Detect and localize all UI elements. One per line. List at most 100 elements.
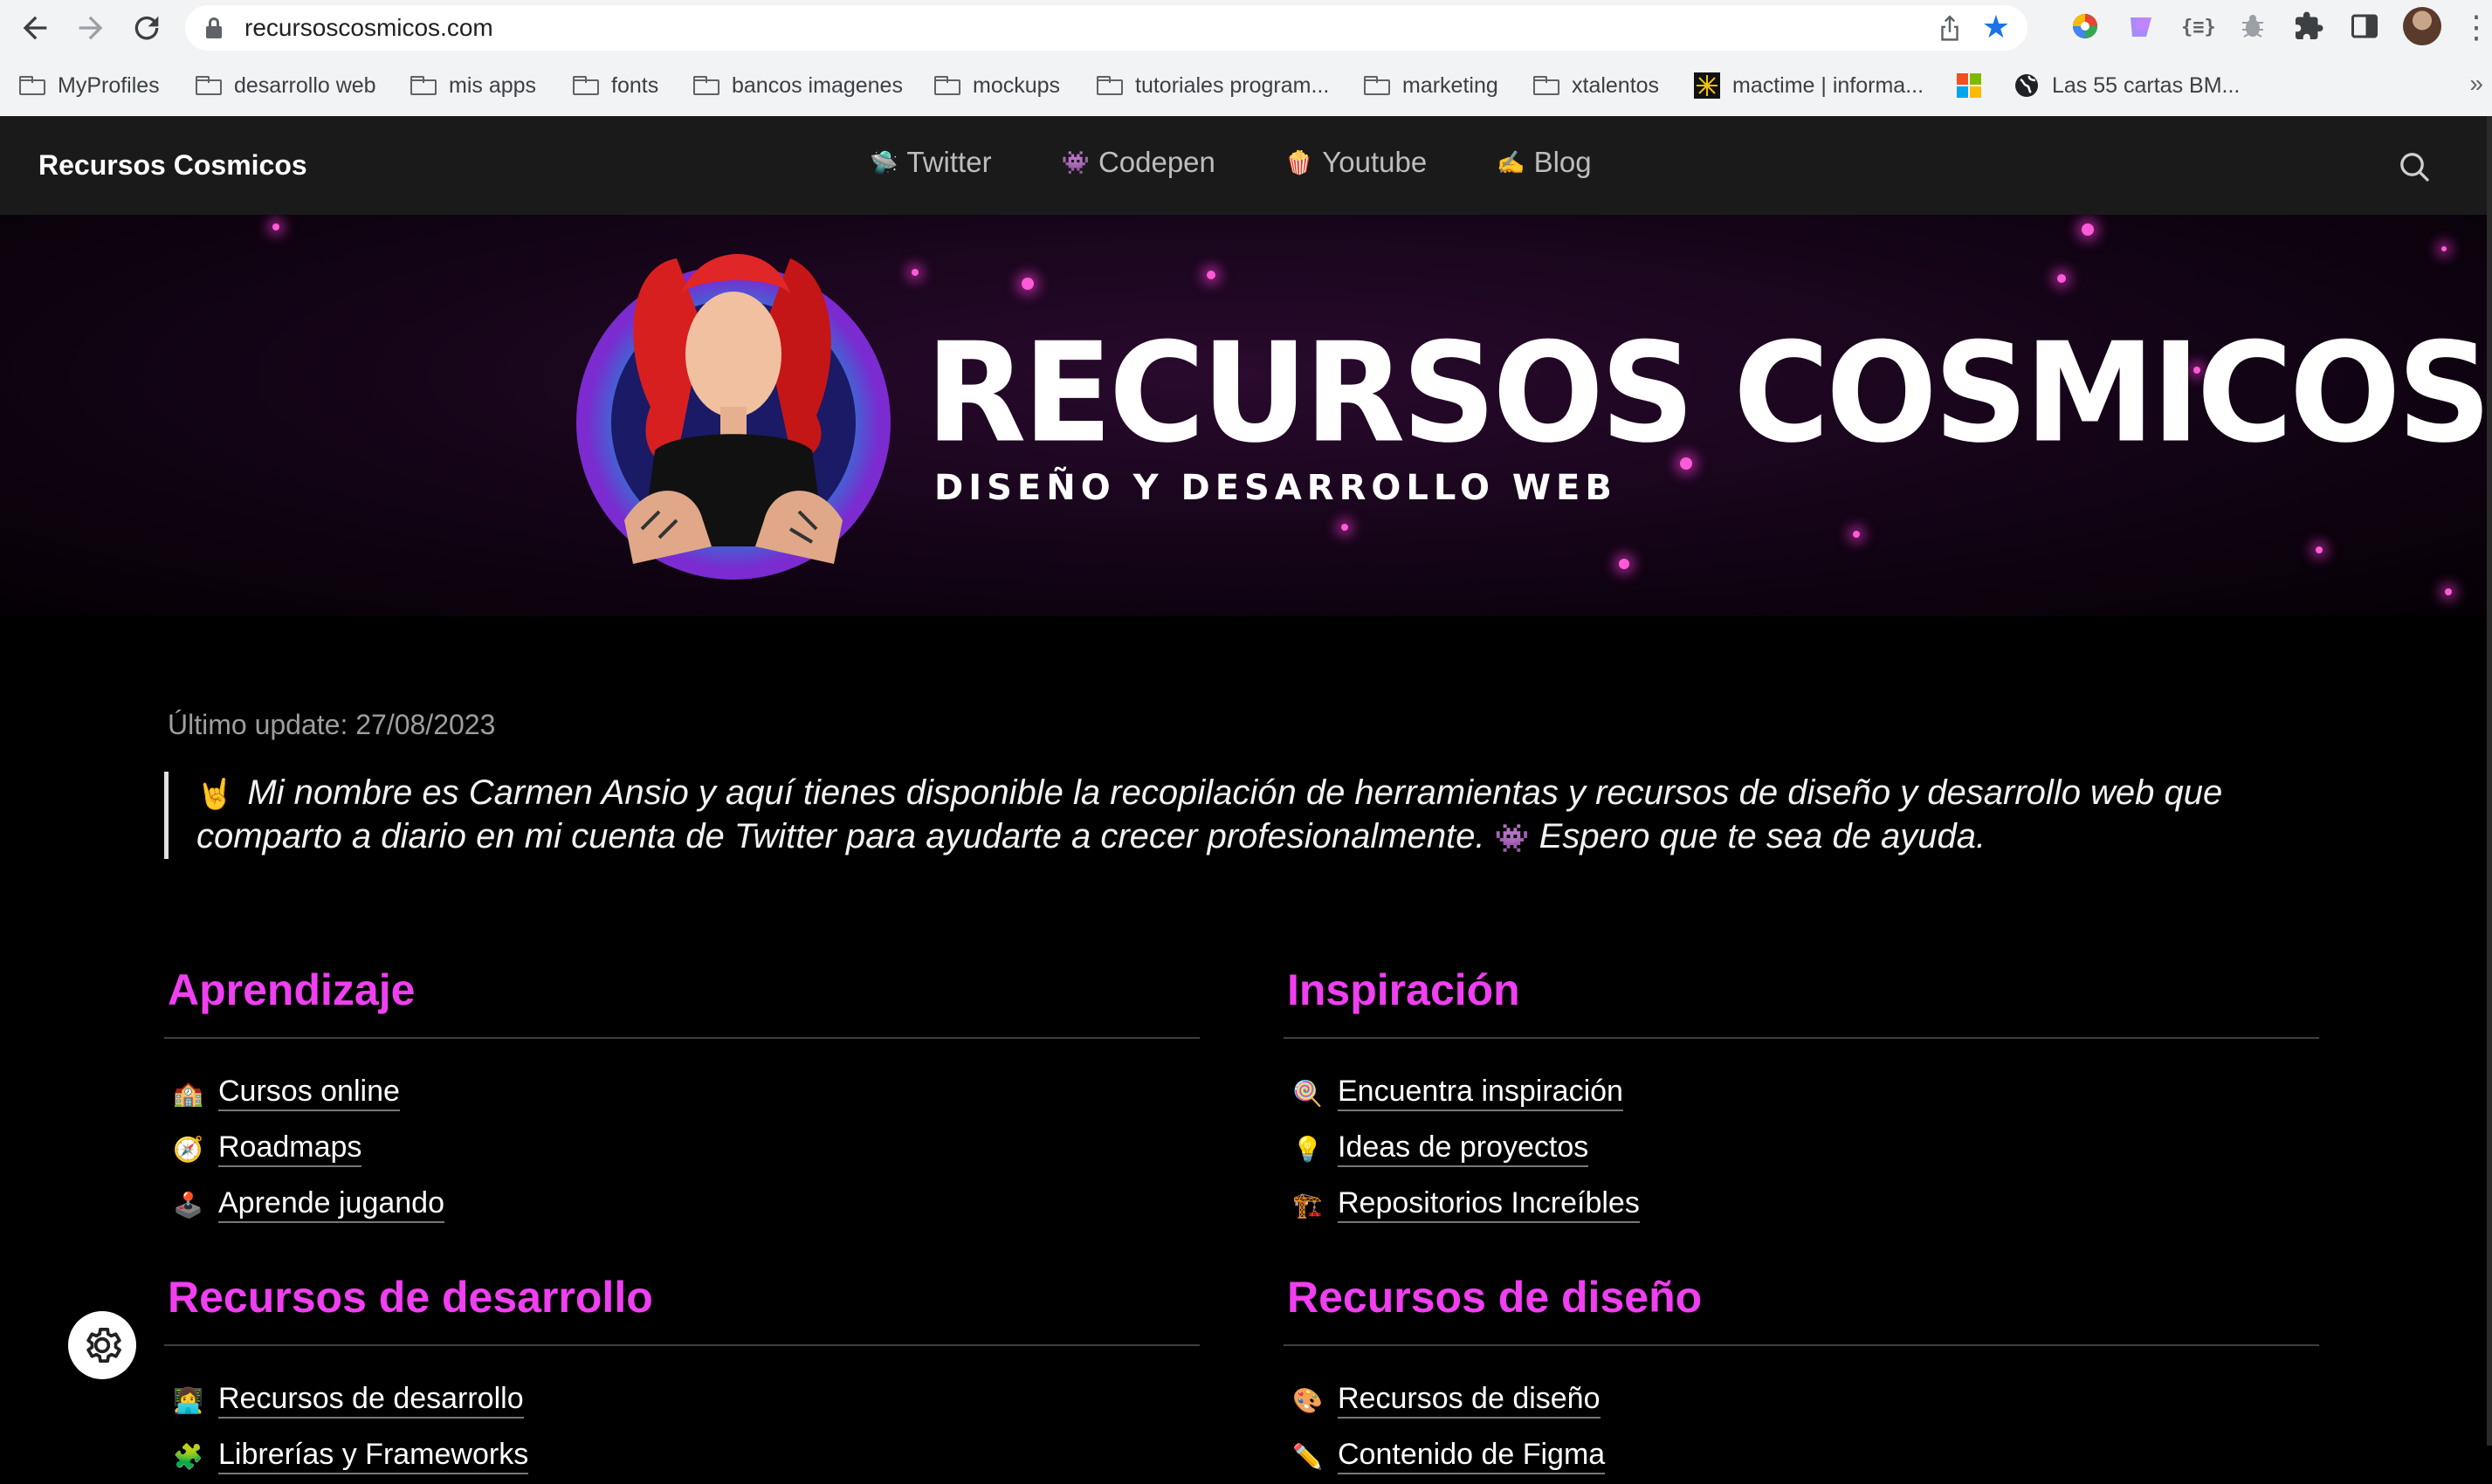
folder-icon — [693, 76, 719, 95]
mactime-favicon — [1694, 72, 1720, 99]
bookmark-label: tutoriales program... — [1135, 72, 1330, 98]
lock-icon[interactable] — [206, 17, 222, 38]
folder-icon — [934, 76, 960, 95]
list-item: ✏️ Contenido de Figma — [1292, 1428, 2319, 1484]
bookmark-item[interactable]: mactime | informa... — [1694, 68, 1924, 103]
flying-saucer-icon: 🛸 — [870, 148, 898, 175]
bookmarks-bar: MyProfiles desarrollo web mis apps fonts… — [0, 65, 2492, 108]
link-recursos-de-diseno[interactable]: Recursos de diseño — [1338, 1382, 1601, 1419]
list-item: 🕹️ Aprende jugando — [173, 1177, 1200, 1233]
bookmark-label: desarrollo web — [234, 72, 376, 98]
search-icon[interactable] — [2397, 149, 2432, 184]
site-header: Recursos Cosmicos 🛸 Twitter 👾 Codepen 🍿 You… — [0, 116, 2487, 215]
school-icon: 🏫 — [173, 1079, 203, 1107]
section-title: Recursos de desarrollo — [168, 1273, 653, 1322]
address-bar[interactable]: recursoscosmicos.com ★ — [185, 5, 2027, 51]
hero-banner: RECURSOS COSMICOS DISEÑO Y DESARROLLO WE… — [0, 215, 2487, 616]
json-extension-icon[interactable]: {≡} — [2181, 10, 2216, 45]
bug-extension-icon[interactable] — [2237, 10, 2272, 45]
bookmark-label: xtalentos — [1572, 72, 1660, 98]
folder-icon — [1097, 76, 1123, 95]
profile-avatar[interactable] — [2403, 7, 2441, 45]
nav-twitter[interactable]: 🛸 Twitter — [870, 146, 992, 179]
back-arrow-icon[interactable] — [17, 10, 52, 45]
glow-dot — [1207, 271, 1215, 279]
bookmark-item[interactable]: MyProfiles — [19, 68, 160, 103]
glow-dot — [272, 223, 279, 230]
puzzle-piece-icon: 🧩 — [173, 1442, 203, 1470]
bookmark-item[interactable]: marketing — [1364, 68, 1498, 103]
color-wheel-extension-icon[interactable] — [2069, 10, 2104, 45]
nav-blog[interactable]: ✍️ Blog — [1497, 146, 1591, 179]
bookmark-label: bancos imagenes — [732, 72, 903, 98]
last-updated: Último update: 27/08/2023 — [168, 709, 496, 740]
list-item: 🎨 Recursos de diseño — [1292, 1372, 2319, 1428]
bookmark-item[interactable]: tutoriales program... — [1097, 68, 1329, 103]
link-ideas-de-proyectos[interactable]: Ideas de proyectos — [1338, 1130, 1589, 1167]
link-librerias-frameworks[interactable]: Librerías y Frameworks — [218, 1438, 529, 1474]
more-bookmarks-button[interactable]: » — [2469, 70, 2483, 98]
browser-menu-icon[interactable]: ⋮ — [2461, 9, 2492, 45]
list-item: 💡 Ideas de proyectos — [1292, 1121, 2319, 1177]
folder-icon — [410, 76, 437, 95]
section-recursos-diseno: Recursos de diseño 🎨 Recursos de diseño ✏… — [1284, 1271, 2319, 1484]
bookmark-label: mockups — [973, 72, 1061, 98]
share-icon[interactable] — [1937, 13, 1963, 50]
glow-dot — [1341, 524, 1348, 531]
bookmark-item[interactable]: mockups — [934, 68, 1060, 103]
folder-icon — [1533, 76, 1559, 95]
nav-youtube[interactable]: 🍿 Youtube — [1285, 146, 1427, 179]
globe-favicon — [2015, 74, 2038, 97]
section-divider — [1284, 1037, 2319, 1039]
section-title: Recursos de diseño — [1287, 1273, 1703, 1322]
reload-icon[interactable] — [129, 10, 164, 45]
link-encuentra-inspiracion[interactable]: Encuentra inspiración — [1338, 1075, 1623, 1111]
section-divider — [1284, 1344, 2319, 1346]
bookmark-item[interactable]: desarrollo web — [196, 68, 376, 103]
technologist-icon: 👩‍💻 — [173, 1386, 203, 1414]
link-recursos-de-desarrollo[interactable]: Recursos de desarrollo — [218, 1382, 524, 1419]
list-item: 🏗️ Repositorios Increíbles — [1292, 1177, 2319, 1233]
nav-codepen[interactable]: 👾 Codepen — [1062, 146, 1215, 179]
writing-hand-icon: ✍️ — [1497, 148, 1525, 175]
section-divider — [164, 1344, 1200, 1346]
lollipop-icon: 🍭 — [1292, 1079, 1323, 1107]
intro-quote: 🤘 Mi nombre es Carmen Ansio y aquí tienes… — [164, 772, 2344, 859]
bookmark-label: Las 55 cartas BM... — [2052, 72, 2241, 98]
construction-icon: 🏗️ — [1292, 1191, 1323, 1219]
extensions-puzzle-icon[interactable] — [2293, 10, 2328, 45]
list-item: 🧭 Roadmaps — [173, 1121, 1200, 1177]
palette-icon: 🎨 — [1292, 1386, 1323, 1414]
forward-arrow-icon[interactable] — [73, 10, 108, 45]
bookmark-item[interactable]: mis apps — [410, 68, 536, 103]
site-brand[interactable]: Recursos Cosmicos — [38, 149, 307, 182]
section-aprendizaje: Aprendizaje 🏫 Cursos online 🧭 Roadmaps 🕹️ A… — [164, 964, 1200, 1233]
pencil-icon: ✏️ — [1292, 1442, 1323, 1470]
side-panel-icon[interactable] — [2349, 10, 2384, 45]
link-repositorios-increibles[interactable]: Repositorios Increíbles — [1338, 1186, 1640, 1223]
bookmark-item[interactable]: fonts — [573, 68, 658, 103]
link-cursos-online[interactable]: Cursos online — [218, 1075, 400, 1111]
glow-dot — [912, 269, 919, 276]
link-contenido-figma[interactable]: Contenido de Figma — [1338, 1438, 1606, 1474]
nav-label: Twitter — [906, 146, 992, 178]
gradient-extension-icon[interactable] — [2125, 10, 2160, 45]
link-roadmaps[interactable]: Roadmaps — [218, 1130, 362, 1167]
link-aprende-jugando[interactable]: Aprende jugando — [218, 1186, 445, 1223]
bookmark-star-icon[interactable]: ★ — [1982, 9, 2010, 45]
bookmark-item[interactable]: bancos imagenes — [693, 68, 903, 103]
section-recursos-desarrollo: Recursos de desarrollo 👩‍💻 Recursos de de… — [164, 1271, 1200, 1484]
bookmark-item[interactable] — [1956, 68, 1994, 103]
url-text[interactable]: recursoscosmicos.com — [244, 14, 493, 42]
bookmark-item[interactable]: xtalentos — [1533, 68, 1659, 103]
section-inspiracion: Inspiración 🍭 Encuentra inspiración 💡 Idea… — [1284, 964, 2319, 1233]
browser-chrome: recursoscosmicos.com ★ {≡} ⋮ MyProfiles … — [0, 0, 2492, 116]
bookmark-item[interactable]: Las 55 cartas BM... — [2014, 68, 2240, 103]
glow-dot — [2316, 546, 2323, 553]
list-item: 👩‍💻 Recursos de desarrollo — [173, 1372, 1200, 1428]
scrollbar-track[interactable] — [2487, 116, 2492, 1446]
bookmark-label: fonts — [611, 72, 659, 98]
settings-gear-button[interactable] — [68, 1311, 136, 1379]
gear-icon — [86, 1328, 121, 1363]
folder-icon — [1364, 76, 1390, 95]
